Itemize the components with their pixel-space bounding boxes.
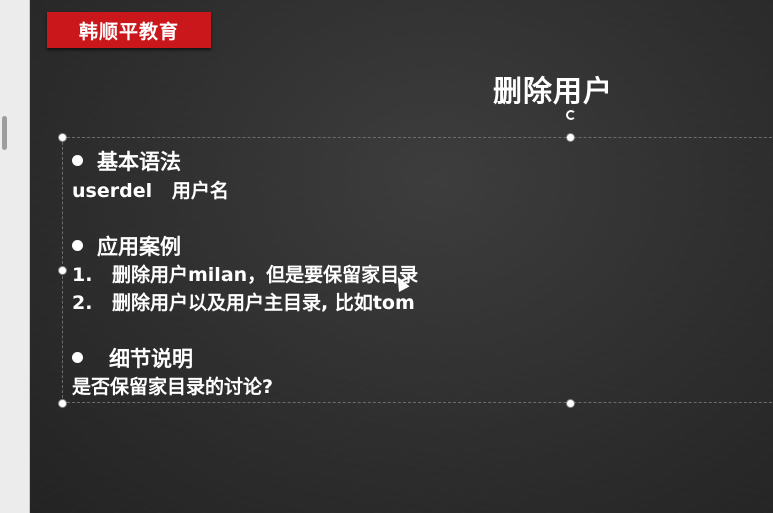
- resize-handle-top-left[interactable]: [58, 133, 67, 142]
- scrollbar-thumb[interactable]: [2, 116, 7, 150]
- slide-canvas[interactable]: 韩顺平教育 删除用户 基本语法 userdel 用户名 应用案例 1. 删除用户m…: [30, 0, 773, 513]
- resize-handle-top-mid[interactable]: [566, 133, 575, 142]
- bullet-dot-icon: [72, 240, 83, 251]
- resize-handle-bottom-mid[interactable]: [566, 399, 575, 408]
- resize-handle-bottom-left[interactable]: [58, 399, 67, 408]
- section-heading-examples: 应用案例: [72, 231, 181, 261]
- syntax-command: userdel 用户名: [72, 180, 229, 202]
- section-heading-syntax: 基本语法: [72, 146, 181, 176]
- section-heading-details: 细节说明: [72, 343, 193, 373]
- brand-logo: 韩顺平教育: [47, 12, 211, 48]
- slide-title[interactable]: 删除用户: [493, 68, 613, 110]
- details-text: 是否保留家目录的讨论?: [72, 376, 274, 398]
- bullet-dot-icon: [72, 155, 83, 166]
- example-item-2: 2. 删除用户以及用户主目录, 比如tom: [72, 292, 415, 314]
- rotate-handle-icon[interactable]: [566, 110, 576, 120]
- example-item-1: 1. 删除用户milan，但是要保留家目录: [72, 264, 419, 286]
- bullet-dot-icon: [72, 352, 83, 363]
- resize-handle-mid-left[interactable]: [58, 266, 67, 275]
- slide-thumbnail-panel: [0, 0, 30, 513]
